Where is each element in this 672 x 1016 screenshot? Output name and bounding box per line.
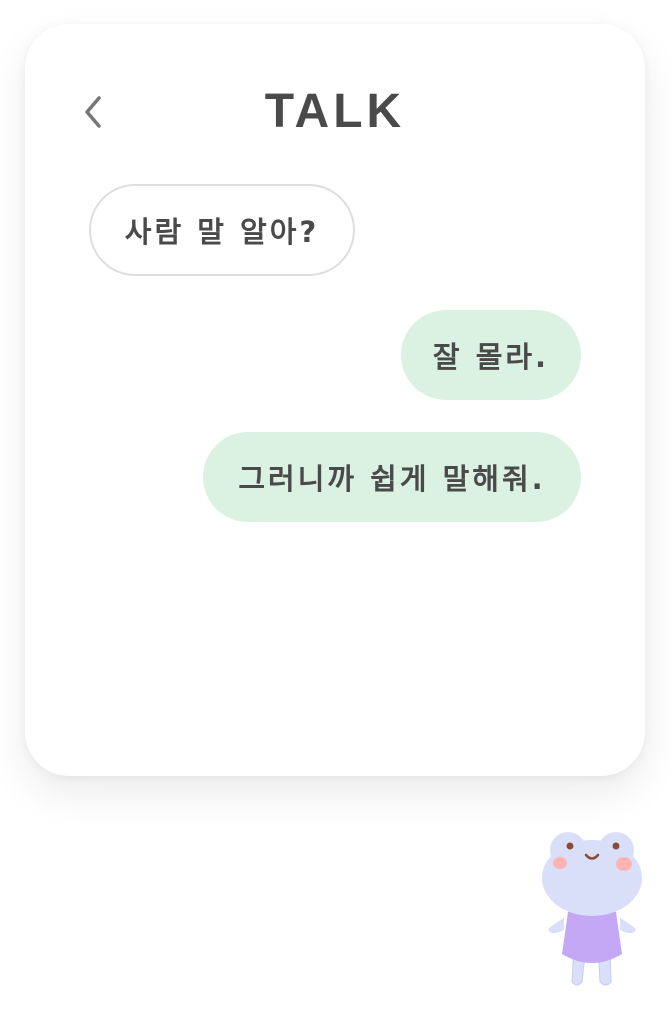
chat-card: TALK 사람 말 알아? 잘 몰라. 그러니까 쉽게 말해줘.	[25, 24, 645, 776]
message-text: 잘 몰라.	[432, 340, 550, 374]
message-bubble-incoming: 사람 말 알아?	[89, 184, 355, 276]
chat-header: TALK	[25, 24, 645, 200]
message-bubble-outgoing: 잘 몰라.	[401, 310, 581, 400]
message-text: 그러니까 쉽게 말해줘.	[238, 462, 546, 496]
message-bubble-outgoing: 그러니까 쉽게 말해줘.	[203, 432, 581, 522]
screen: TALK 사람 말 알아? 잘 몰라. 그러니까 쉽게 말해줘.	[0, 0, 672, 1016]
message-text: 사람 말 알아?	[124, 215, 320, 249]
frog-mascot-icon	[536, 826, 648, 996]
page-title: TALK	[264, 85, 406, 138]
